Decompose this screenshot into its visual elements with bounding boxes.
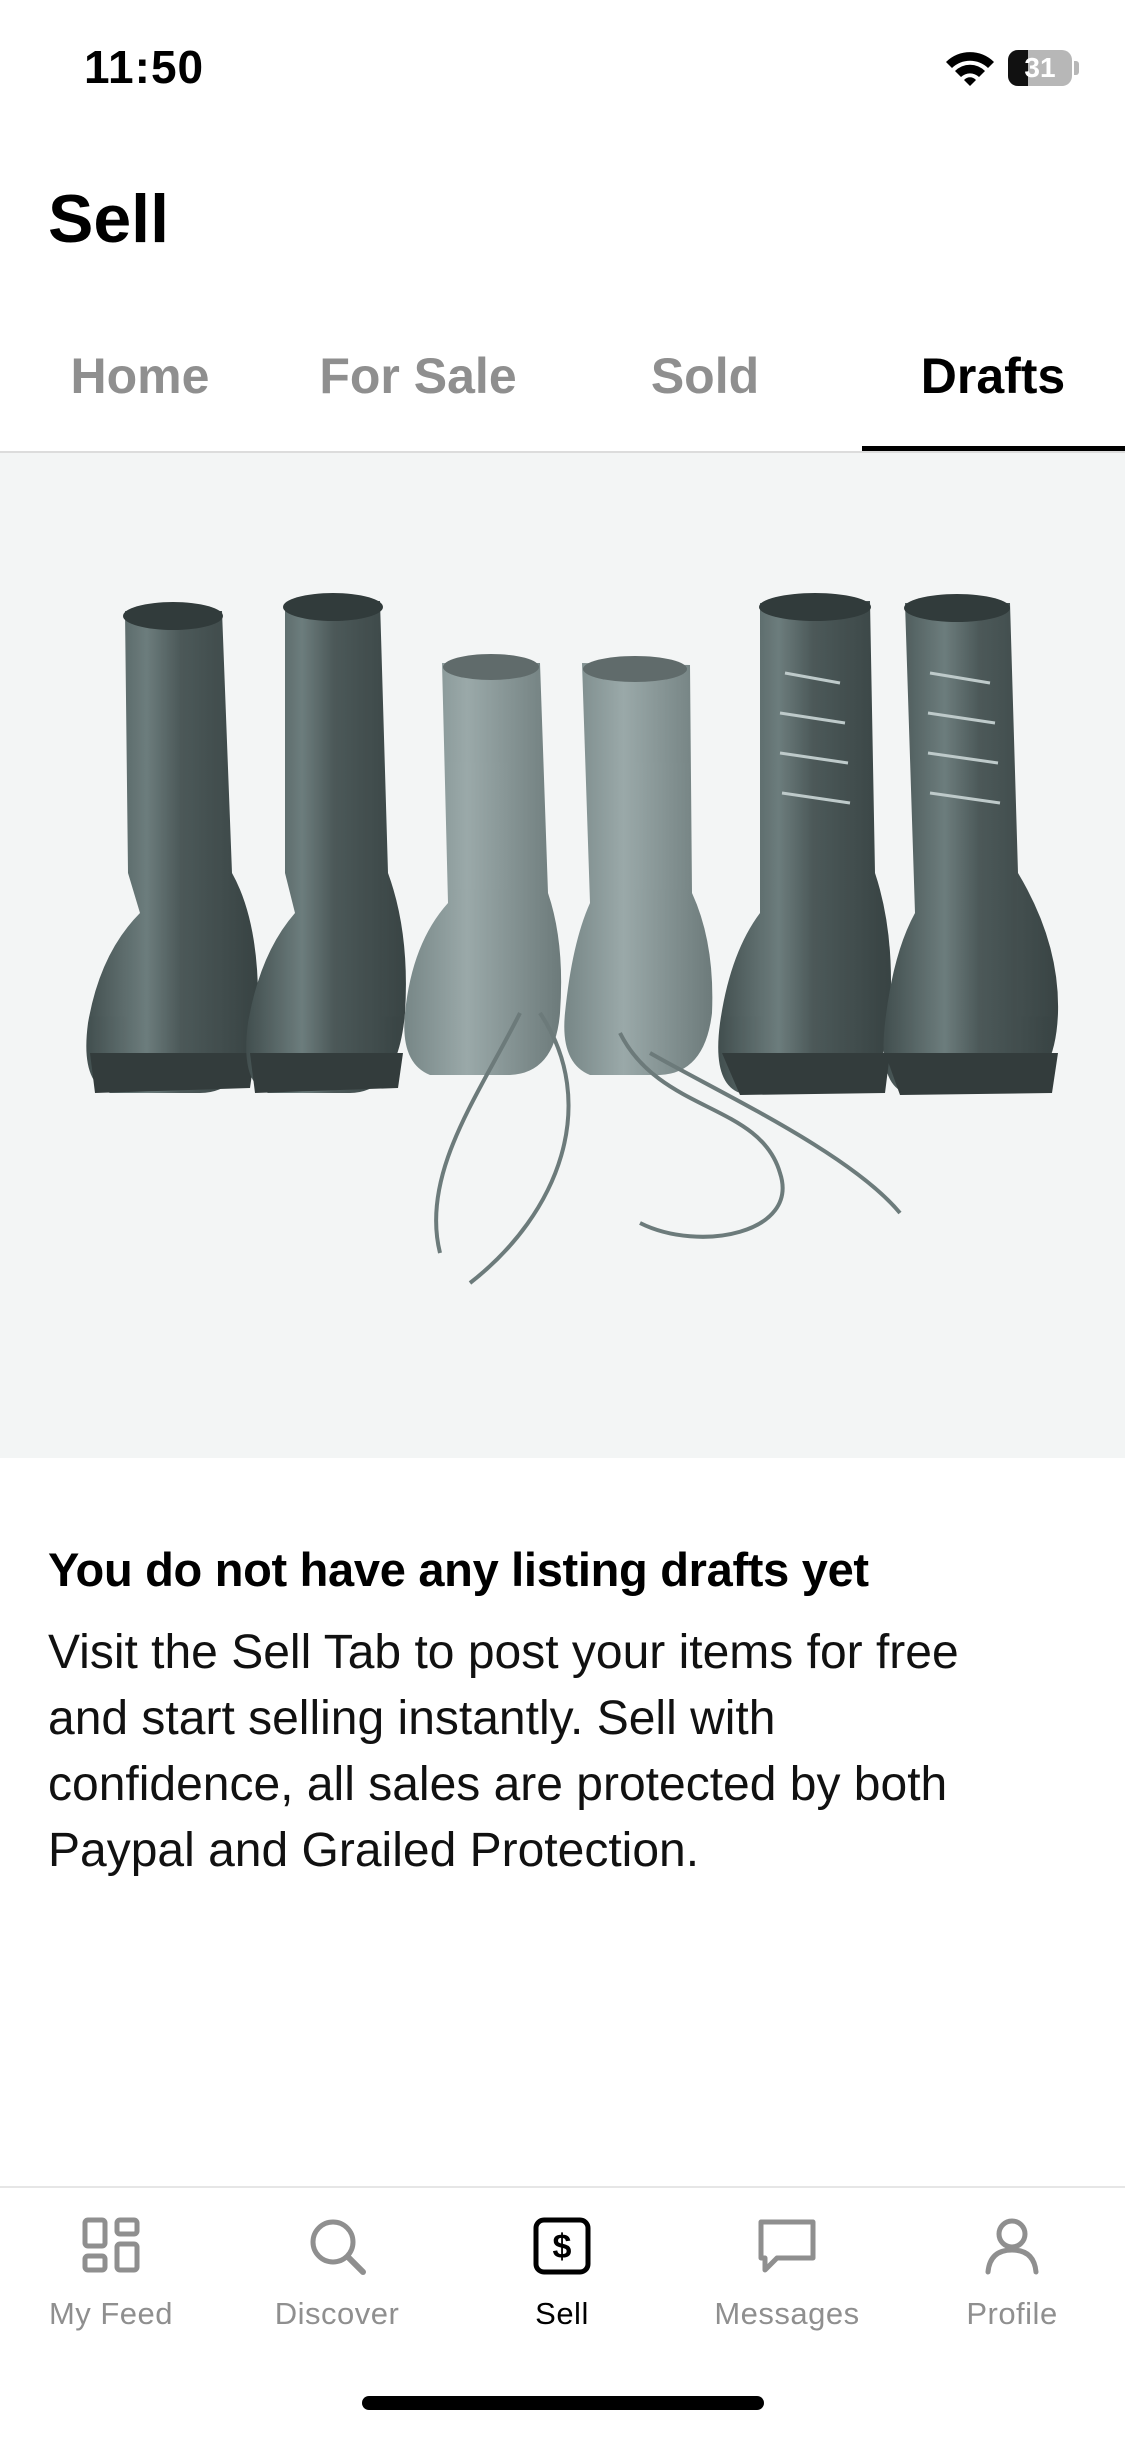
tabbar-label: Sell [535,2296,589,2331]
tabbar-item-profile[interactable]: Profile [912,2214,1112,2354]
wifi-icon [946,52,994,86]
status-time: 11:50 [84,41,205,93]
empty-state-description: Visit the Sell Tab to post your items fo… [48,1620,1078,1884]
empty-state-line: Paypal and Grailed Protection. [48,1824,700,1877]
tabbar-item-messages[interactable]: Messages [687,2214,887,2354]
empty-state-image [0,453,1125,1458]
empty-state-line: Visit the Sell Tab to post your items fo… [48,1626,959,1679]
tab-for-sale[interactable]: For Sale [278,330,558,451]
boots-illustration [86,593,1059,1285]
empty-state-title: You do not have any listing drafts yet [48,1543,869,1596]
grid-icon [82,2217,140,2273]
tabbar-label: Profile [966,2296,1058,2331]
home-indicator [362,2396,764,2410]
search-icon [310,2219,366,2275]
empty-state-line: confidence, all sales are protected by b… [48,1758,948,1811]
dollar-tag-icon: $ [533,2217,591,2275]
tabbar-item-my-feed[interactable]: My Feed [11,2214,211,2354]
tabbar-label: Discover [274,2296,400,2331]
active-tab-indicator [862,446,1125,451]
tab-home[interactable]: Home [0,330,280,451]
tabbar-item-discover[interactable]: Discover [237,2214,437,2354]
tab-sold[interactable]: Sold [565,330,845,451]
battery-level: 31 [1024,52,1056,83]
tabbar-label: My Feed [48,2296,174,2331]
person-icon [985,2218,1039,2275]
tabbar-label: Messages [714,2296,860,2331]
svg-text:$: $ [553,2228,572,2266]
tab-drafts[interactable]: Drafts [853,330,1125,451]
segment-tabs: Home For Sale Sold Drafts [0,330,1125,453]
status-bar: 11:50 31 [0,0,1125,140]
tabbar-item-sell[interactable]: $ Sell [462,2214,662,2354]
chat-bubble-icon [758,2219,816,2273]
empty-state-line: and start selling instantly. Sell with [48,1692,776,1745]
battery-icon: 31 [1008,50,1079,86]
page-title: Sell [48,181,169,257]
